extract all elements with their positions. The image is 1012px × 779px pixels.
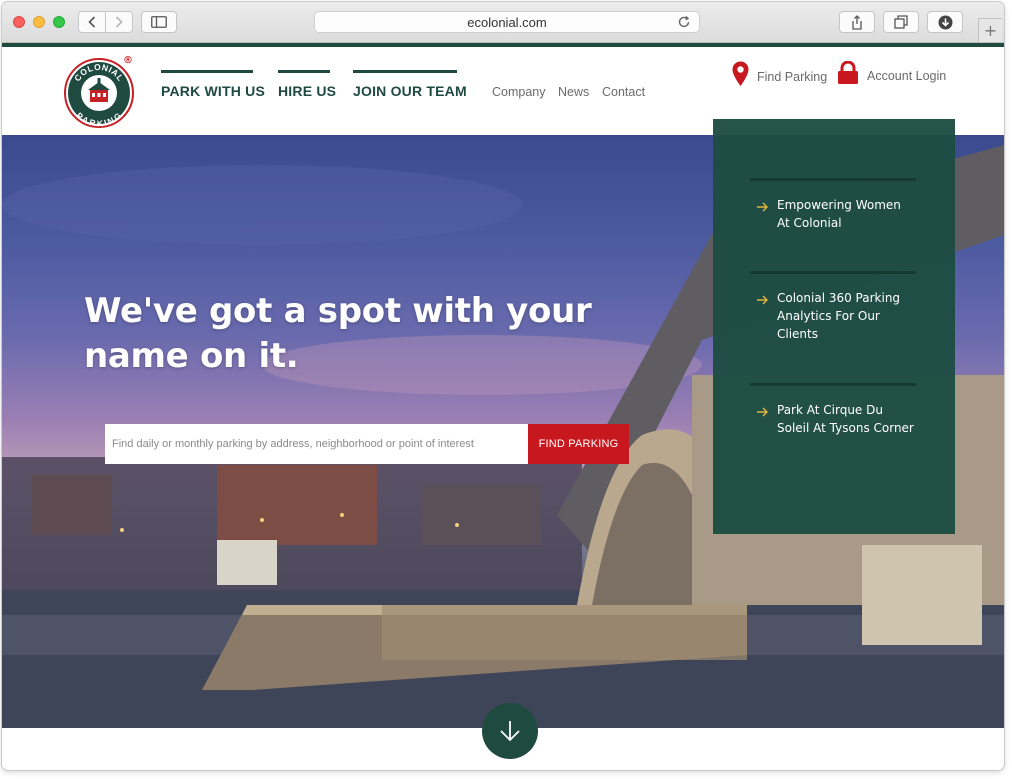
news-item-title: Empowering Women At Colonial <box>777 198 901 230</box>
parking-search-form: FIND PARKING <box>105 424 629 464</box>
news-item-title: Park At Cirque Du Soleil At Tysons Corne… <box>777 403 914 435</box>
scroll-down-button[interactable] <box>482 703 538 759</box>
back-button[interactable] <box>78 11 106 33</box>
registered-mark: ® <box>123 55 133 66</box>
forward-button[interactable] <box>105 11 133 33</box>
find-parking-link[interactable]: Find Parking <box>732 61 827 87</box>
find-parking-button[interactable]: FIND PARKING <box>528 424 629 464</box>
address-bar[interactable]: ecolonial.com <box>314 11 700 33</box>
forward-icon <box>115 16 123 28</box>
share-icon <box>852 14 862 30</box>
account-login-link[interactable]: Account Login <box>837 61 946 85</box>
reload-icon[interactable] <box>677 15 691 29</box>
nav-join-our-team[interactable]: JOIN OUR TEAM <box>353 70 467 100</box>
colonial-parking-logo[interactable]: COLONIAL PARKING <box>64 58 134 128</box>
nav-news[interactable]: News <box>558 85 589 99</box>
download-icon <box>938 15 952 29</box>
nav-hire-us[interactable]: HIRE US <box>278 70 336 100</box>
arrow-right-icon <box>757 407 768 417</box>
nav-company[interactable]: Company <box>492 85 546 99</box>
browser-toolbar: ecolonial.com <box>2 2 1004 43</box>
tabs-button[interactable] <box>883 11 919 33</box>
arrow-down-icon <box>500 721 520 742</box>
news-item[interactable]: Colonial 360 Parking Analytics For Our C… <box>750 271 916 383</box>
parking-search-input[interactable] <box>105 424 528 464</box>
news-item[interactable]: Park At Cirque Du Soleil At Tysons Corne… <box>750 383 916 475</box>
nav-contact[interactable]: Contact <box>602 85 645 99</box>
news-panel: Empowering Women At Colonial Colonial 36… <box>713 119 955 534</box>
lock-icon <box>838 61 858 84</box>
hero-headline-line2: name on it. <box>84 336 299 376</box>
back-icon <box>88 16 96 28</box>
browser-window: ecolonial.com COLONIAL PARKING ® PARK WI… <box>2 2 1004 770</box>
news-item[interactable]: Empowering Women At Colonial <box>750 178 916 270</box>
new-tab-button[interactable]: + <box>978 18 1002 42</box>
tabs-icon <box>894 15 908 29</box>
address-text: ecolonial.com <box>467 14 547 30</box>
find-parking-label: Find Parking <box>757 70 828 84</box>
arrow-right-icon <box>757 295 768 305</box>
sidebar-button[interactable] <box>141 11 177 33</box>
close-window-button[interactable] <box>13 16 25 28</box>
map-pin-icon <box>732 61 749 86</box>
nav-park-with-us[interactable]: PARK WITH US <box>161 70 265 100</box>
hero-headline-line1: We've got a spot with your <box>84 291 592 331</box>
minimize-window-button[interactable] <box>33 16 45 28</box>
account-login-label: Account Login <box>867 69 947 83</box>
sidebar-icon <box>151 16 167 28</box>
arrow-right-icon <box>757 202 768 212</box>
hero-headline: We've got a spot with your name on it. <box>84 289 604 379</box>
news-item-title: Colonial 360 Parking Analytics For Our C… <box>777 291 901 341</box>
share-button[interactable] <box>839 11 875 33</box>
downloads-button[interactable] <box>927 11 963 33</box>
zoom-window-button[interactable] <box>53 16 65 28</box>
